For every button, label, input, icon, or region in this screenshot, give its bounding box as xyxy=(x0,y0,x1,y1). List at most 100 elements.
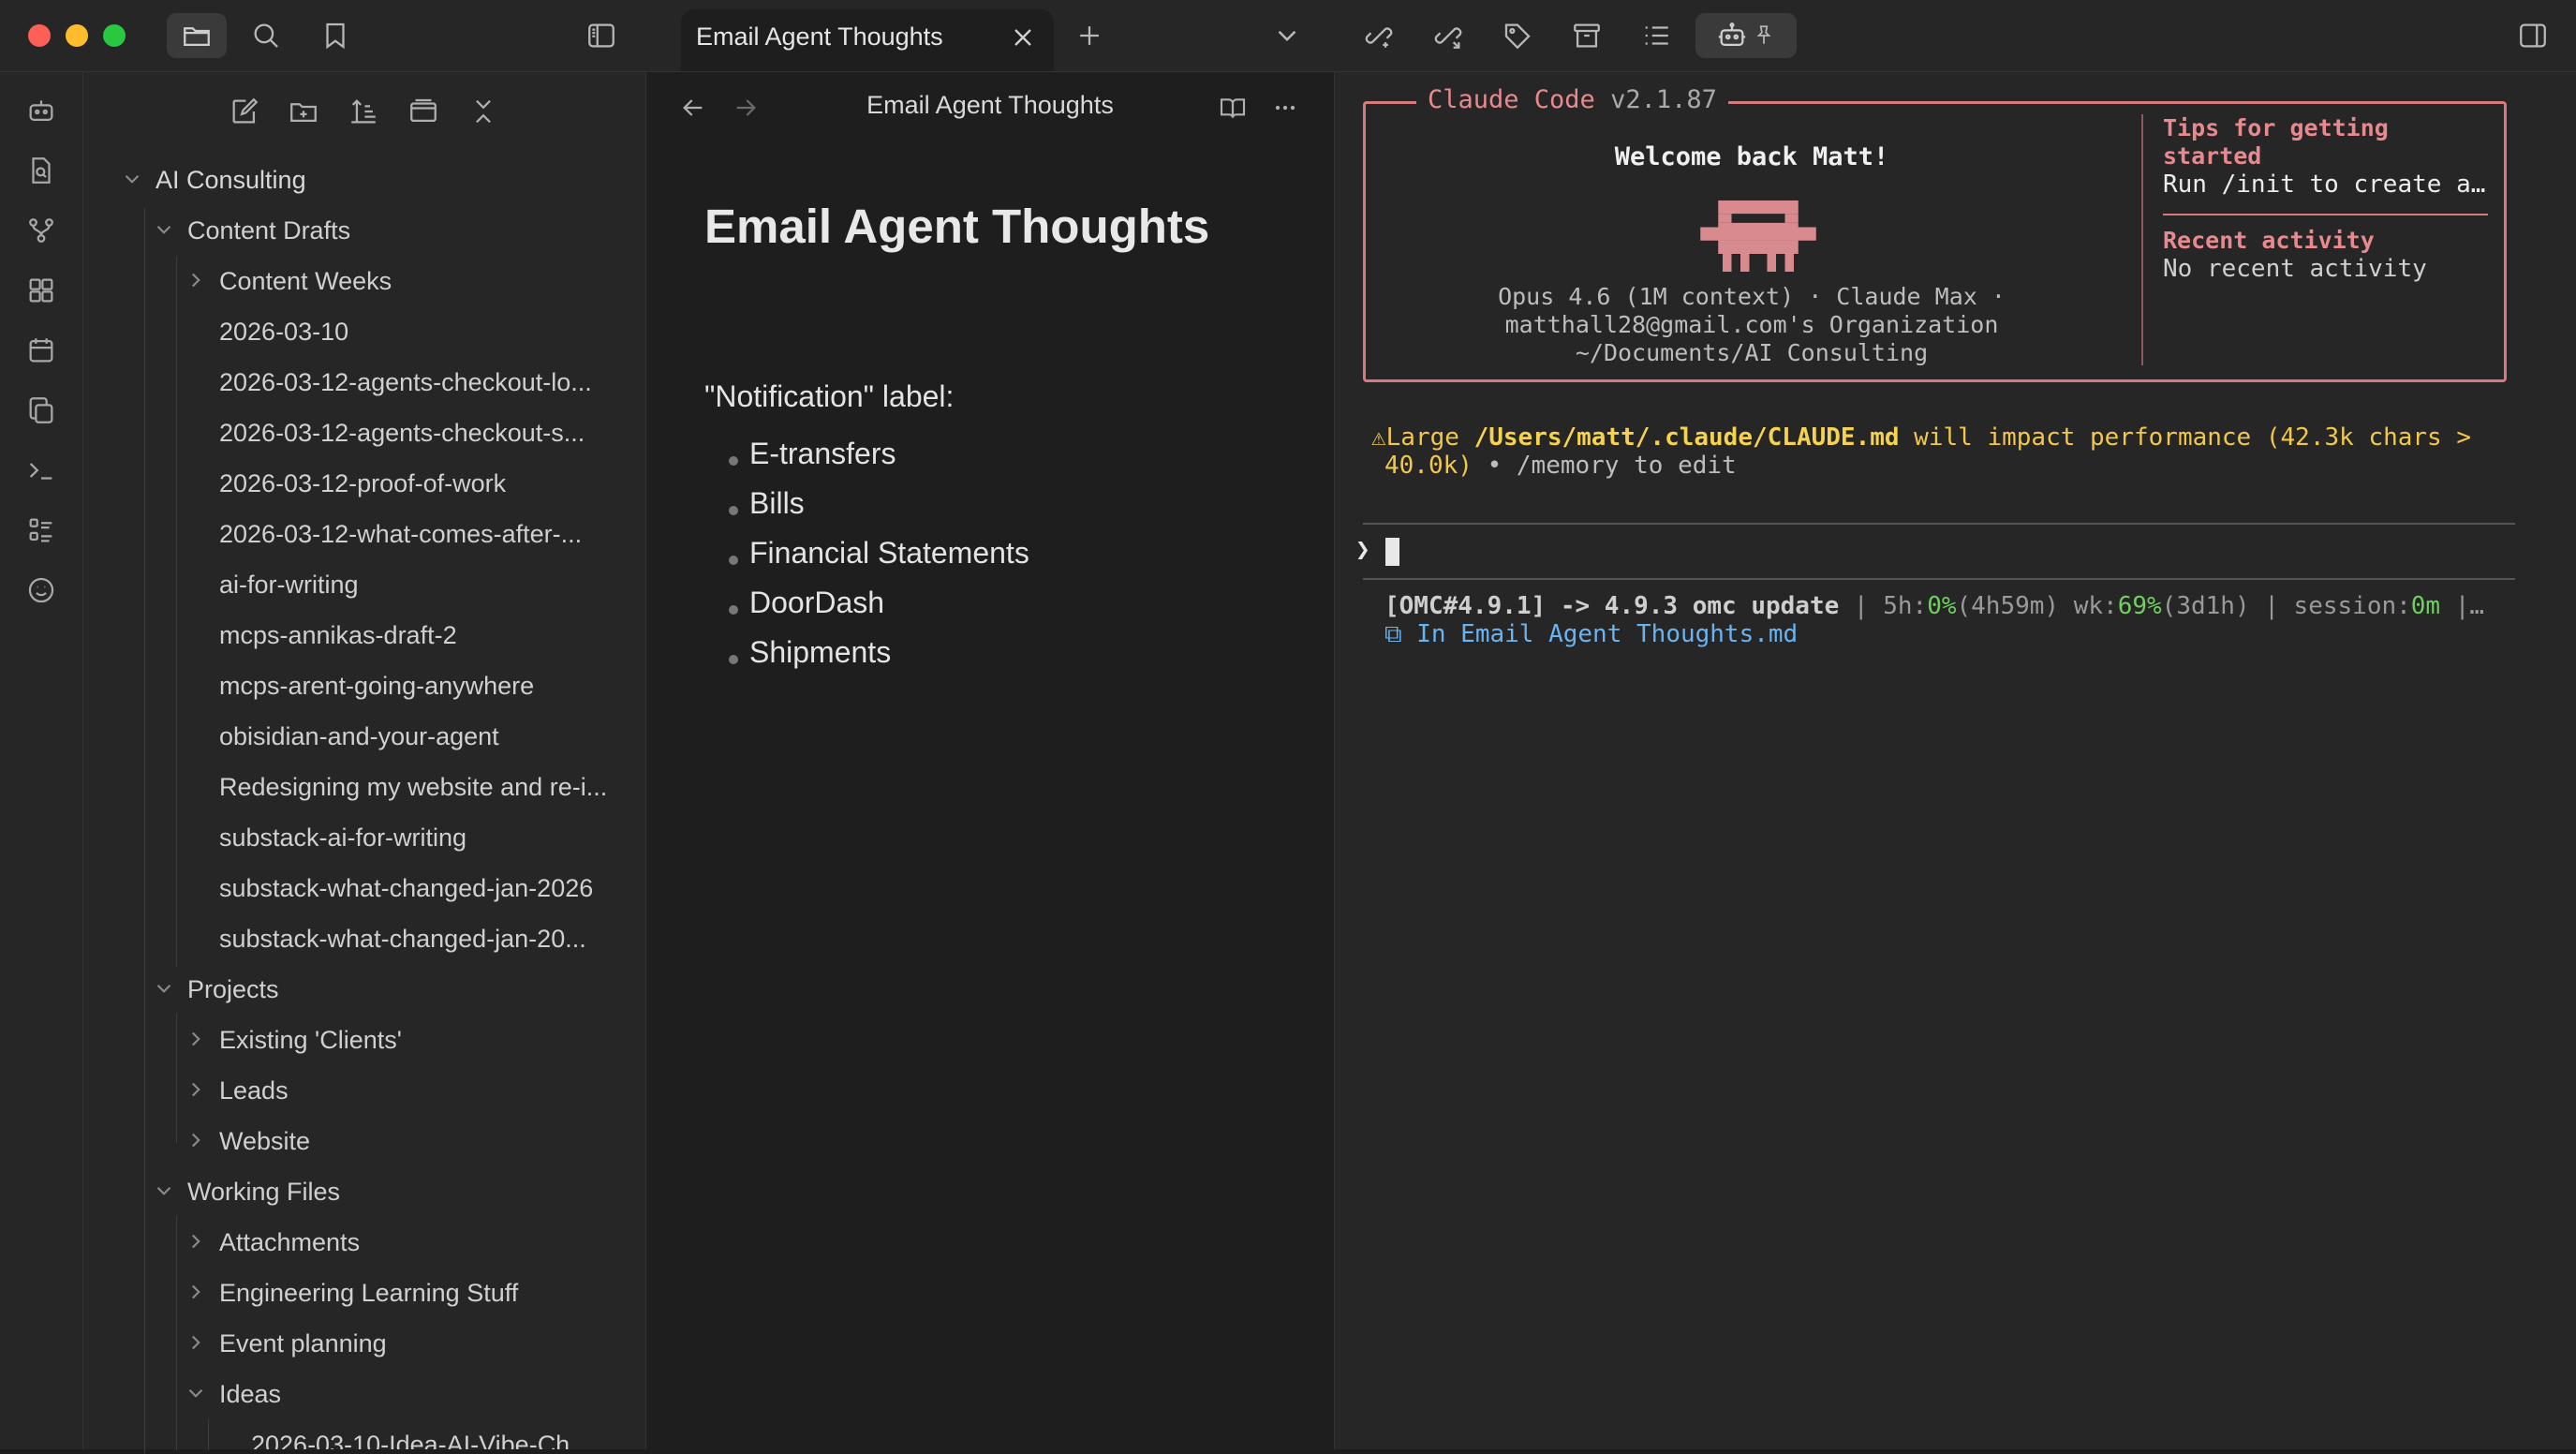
tree-file-item[interactable]: 2026-03-12-agents-checkout-s... xyxy=(219,408,585,457)
tab-title[interactable]: Email Agent Thoughts xyxy=(696,22,943,52)
bullet-item[interactable]: Financial Statements xyxy=(749,536,1029,571)
tree-item-label: 2026-03-12-agents-checkout-lo... xyxy=(219,367,592,396)
tree-folder-item[interactable]: Ideas xyxy=(184,1370,281,1418)
tree-file-item[interactable]: ai-for-writing xyxy=(219,560,359,609)
tree-file-item[interactable]: substack-ai-for-writing xyxy=(219,813,466,862)
tree-file-item[interactable]: 2026-03-12-agents-checkout-lo... xyxy=(219,358,592,407)
status-overflow: |… xyxy=(2440,592,2485,620)
tree-folder-item[interactable]: Projects xyxy=(152,965,279,1014)
note-pane xyxy=(646,72,1335,1449)
tab-list-dropdown[interactable] xyxy=(1257,13,1317,58)
chevron-down-icon[interactable] xyxy=(152,1179,178,1205)
tree-folder-item[interactable]: Attachments xyxy=(184,1218,360,1267)
tree-folder-item[interactable]: Content Drafts xyxy=(152,206,350,255)
tree-file-item[interactable]: 2026-03-10 xyxy=(219,307,348,356)
tree-file-item[interactable]: 2026-03-10-Idea-AI-Vibe-Ch... xyxy=(251,1420,591,1450)
tree-folder-item[interactable]: Event planning xyxy=(184,1319,387,1368)
prompt-top-rule xyxy=(1363,523,2515,525)
tree-item-label: substack-what-changed-jan-2026 xyxy=(219,873,594,902)
tree-file-item[interactable]: obisidian-and-your-agent xyxy=(219,712,499,761)
tab-close-button[interactable] xyxy=(1008,22,1040,54)
chevron-right-icon[interactable] xyxy=(184,1128,210,1154)
tree-item-label: 2026-03-10-Idea-AI-Vibe-Ch... xyxy=(251,1430,591,1450)
tree-item-label: ai-for-writing xyxy=(219,570,359,599)
tree-item-label: Projects xyxy=(187,974,279,1003)
reading-view-button[interactable] xyxy=(1214,89,1251,126)
tree-item-label: 2026-03-10 xyxy=(219,317,349,346)
tree-file-item[interactable]: 2026-03-12-what-comes-after-... xyxy=(219,510,582,558)
tree-folder-item[interactable]: Website xyxy=(184,1117,310,1165)
chevron-right-icon[interactable] xyxy=(184,1330,210,1357)
tree-folder-item[interactable]: AI Consulting xyxy=(120,156,306,204)
tree-folder-item[interactable]: Leads xyxy=(184,1066,289,1115)
outline-button[interactable] xyxy=(1626,13,1686,58)
tree-folder-item[interactable]: Working Files xyxy=(152,1167,340,1216)
chevron-down-icon[interactable] xyxy=(152,217,178,244)
warning-prefix: ⚠Large xyxy=(1371,423,1474,452)
context-file-indicator: ⧉ In Email Agent Thoughts.md xyxy=(1384,620,1799,648)
archive-icon xyxy=(1574,23,1600,48)
chevron-right-icon[interactable] xyxy=(184,268,210,294)
five-hour-reset: (4h59m) xyxy=(1956,592,2060,620)
outgoing-links-button[interactable] xyxy=(1418,13,1478,58)
tree-file-item[interactable]: mcps-arent-going-anywhere xyxy=(219,661,534,710)
tips-heading-line-1: Tips for getting xyxy=(2163,114,2389,141)
tree-file-item[interactable]: 2026-03-12-proof-of-work xyxy=(219,459,506,508)
chevron-down-icon[interactable] xyxy=(184,1381,210,1407)
right-sidebar-toggle[interactable] xyxy=(2503,13,2563,58)
note-label-line[interactable]: "Notification" label: xyxy=(704,379,954,414)
backlinks-button[interactable] xyxy=(1349,13,1409,58)
new-tab-button[interactable] xyxy=(1059,13,1119,58)
tree-item-label: Engineering Learning Stuff xyxy=(219,1278,519,1307)
note-title[interactable]: Email Agent Thoughts xyxy=(704,199,1209,254)
bullet-item[interactable]: DoorDash xyxy=(749,586,884,620)
tree-file-item[interactable]: substack-what-changed-jan-20... xyxy=(219,914,586,963)
tree-item-label: obisidian-and-your-agent xyxy=(219,721,499,750)
omc-version: [OMC#4.9.1] -> 4.9.3 omc update xyxy=(1384,592,1840,620)
week-usage: 69% xyxy=(2117,592,2162,620)
recent-activity-heading: Recent activity xyxy=(2163,227,2375,254)
claude-version: v2.1.87 xyxy=(1610,85,1717,114)
bullet-item[interactable]: E-transfers xyxy=(749,437,896,471)
session-time: 0m xyxy=(2410,592,2441,620)
tree-file-item[interactable]: substack-what-changed-jan-2026 xyxy=(219,864,593,912)
tree-folder-item[interactable]: Content Weeks xyxy=(184,257,392,305)
terminal-cursor[interactable] xyxy=(1385,538,1399,566)
week-label: wk: xyxy=(2059,592,2118,620)
tree-folder-item[interactable]: Existing 'Clients' xyxy=(184,1016,402,1064)
welcome-box-divider xyxy=(2141,114,2143,365)
chevron-right-icon[interactable] xyxy=(184,1027,210,1053)
tips-text: Run /init to create a… xyxy=(2163,171,2486,199)
tree-item-label: Existing 'Clients' xyxy=(219,1025,402,1054)
agent-plugin-button[interactable] xyxy=(1695,13,1797,58)
bullet-dot xyxy=(729,456,738,466)
bullet-dot xyxy=(729,556,738,565)
tree-item-label: mcps-annikas-draft-2 xyxy=(219,620,457,649)
plus-icon xyxy=(1080,26,1099,45)
bullet-item[interactable]: Bills xyxy=(749,486,805,521)
chevron-right-icon[interactable] xyxy=(184,1229,210,1255)
chevron-down-icon[interactable] xyxy=(120,167,146,193)
organization-info: matthall28@gmail.com's Organization xyxy=(1504,311,1999,338)
archive-button[interactable] xyxy=(1557,13,1617,58)
chevron-right-icon[interactable] xyxy=(184,1077,210,1104)
chevron-right-icon[interactable] xyxy=(184,1280,210,1306)
tree-file-item[interactable]: mcps-annikas-draft-2 xyxy=(219,611,457,660)
bullet-item[interactable]: Shipments xyxy=(749,635,891,670)
tree-item-label: 2026-03-12-agents-checkout-s... xyxy=(219,418,585,447)
warning-text: will impact performance (42.3k chars > xyxy=(1899,423,2472,452)
tips-divider xyxy=(2163,214,2488,215)
robot-icon xyxy=(1718,22,1746,47)
tree-folder-item[interactable]: Engineering Learning Stuff xyxy=(184,1269,518,1317)
recent-activity-text: No recent activity xyxy=(2163,255,2427,283)
link-in-icon xyxy=(1365,27,1393,48)
claude-md-warning-line-2: 40.0k) • /memory to edit xyxy=(1384,452,1737,480)
more-options-button[interactable] xyxy=(1266,89,1304,126)
close-icon xyxy=(1014,29,1031,46)
sidebar-right-icon xyxy=(2520,23,2546,48)
tags-button[interactable] xyxy=(1488,13,1547,58)
tree-file-item[interactable]: Redesigning my website and re-i... xyxy=(219,763,607,811)
tree-item-label: Content Weeks xyxy=(219,266,392,295)
tree-item-label: Leads xyxy=(219,1076,289,1105)
chevron-down-icon[interactable] xyxy=(152,976,178,1002)
